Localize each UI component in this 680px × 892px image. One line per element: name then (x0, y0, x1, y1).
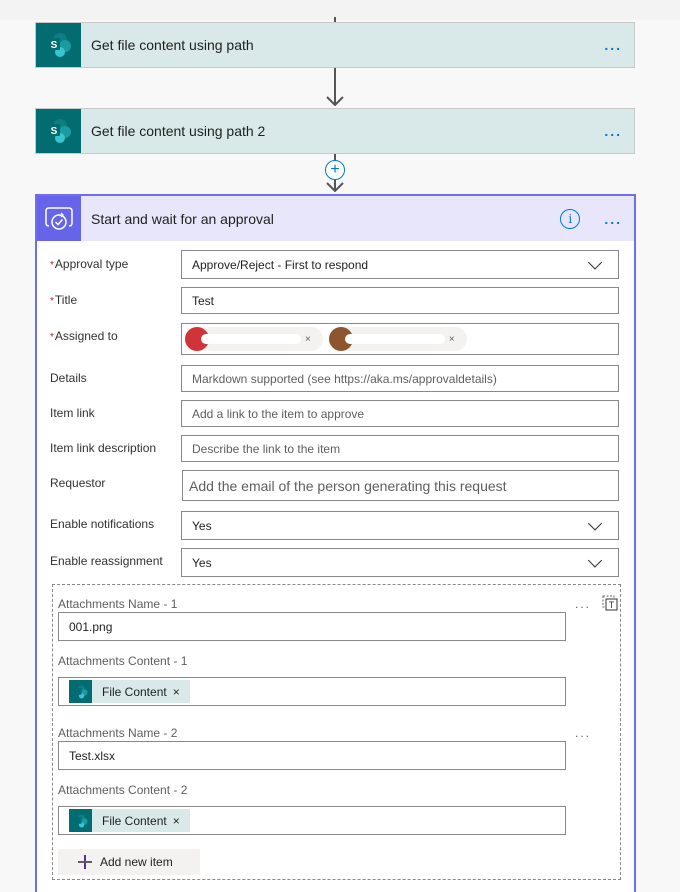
input-value: 001.png (69, 619, 113, 634)
chevron-down-icon (587, 254, 603, 270)
field-row-assigned-to: *Assigned to × × (37, 323, 634, 355)
sharepoint-icon: S (36, 109, 81, 153)
info-glyph: i (568, 211, 573, 226)
field-row-details: Details Markdown supported (see https://… (37, 364, 634, 392)
input-placeholder: Add the email of the person generating t… (189, 477, 507, 494)
step-title: Get file content using path (91, 37, 254, 53)
arrow-down-icon (326, 182, 344, 192)
more-options-button[interactable]: ... (604, 37, 622, 53)
attachment-content-label: Attachments Content - 1 (58, 654, 188, 668)
token-label: File Content (102, 813, 167, 828)
attachment-content-label: Attachments Content - 2 (58, 783, 188, 797)
sharepoint-icon (69, 680, 92, 703)
attachment-name-label: Attachments Name - 2 (58, 726, 178, 740)
chevron-down-icon (587, 552, 603, 568)
remove-assignee-icon[interactable]: × (305, 334, 311, 345)
add-new-item-button[interactable]: Add new item (58, 849, 200, 875)
field-label: Enable reassignment (50, 554, 163, 568)
field-row-title: *Title Test (37, 286, 634, 314)
enable-reassignment-dropdown[interactable]: Yes (181, 548, 619, 577)
info-icon[interactable]: i (560, 208, 581, 229)
required-marker: * (50, 296, 54, 307)
attachments-array: T Attachments Name - 1 ... 001.png Attac… (52, 584, 621, 880)
remove-assignee-icon[interactable]: × (449, 334, 455, 345)
step-card-get-file-content-1[interactable]: S Get file content using path ... (35, 22, 635, 68)
field-row-approval-type: *Approval type Approve/Reject - First to… (37, 249, 634, 279)
details-input[interactable]: Markdown supported (see https://aka.ms/a… (181, 365, 619, 392)
field-row-requestor: Requestor Add the email of the person ge… (37, 469, 634, 501)
title-input[interactable]: Test (181, 287, 619, 314)
plus-icon (78, 855, 92, 869)
field-label: *Title (50, 293, 77, 307)
field-label: Enable notifications (50, 517, 155, 531)
plus-icon: + (330, 161, 340, 178)
field-label: Details (50, 371, 87, 385)
insert-step-button[interactable]: + (325, 160, 345, 180)
field-row-item-link: Item link Add a link to the item to appr… (37, 399, 634, 427)
step-title: Get file content using path 2 (91, 123, 266, 139)
dynamic-content-token[interactable]: File Content × (69, 680, 190, 703)
token-label: File Content (102, 684, 167, 699)
chevron-down-icon (587, 515, 603, 531)
field-row-enable-reassignment: Enable reassignment Yes (37, 547, 634, 577)
requestor-input[interactable]: Add the email of the person generating t… (182, 470, 619, 501)
attachment-content-input[interactable]: File Content × (58, 677, 566, 706)
dropdown-value: Yes (192, 555, 212, 570)
field-label: Item link description (50, 441, 157, 455)
svg-text:T: T (609, 600, 615, 610)
input-value: Test.xlsx (69, 748, 116, 763)
required-marker: * (50, 332, 54, 343)
input-value: Test (192, 293, 215, 308)
remove-token-icon[interactable]: × (173, 685, 180, 699)
attachment-more-button[interactable]: ... (575, 597, 591, 611)
field-label: Requestor (50, 476, 106, 490)
assignee-chip[interactable]: × (185, 327, 323, 351)
arrow-down-icon (326, 96, 344, 106)
attachment-content-input[interactable]: File Content × (58, 806, 566, 835)
assigned-to-input[interactable]: × × (181, 323, 619, 355)
approval-header[interactable]: Start and wait for an approval i ... (37, 196, 634, 241)
sharepoint-icon: S (36, 23, 81, 67)
input-placeholder: Add a link to the item to approve (192, 406, 365, 421)
more-options-button[interactable]: ... (604, 211, 622, 227)
canvas-top-band (0, 0, 680, 20)
field-row-item-link-description: Item link description Describe the link … (37, 434, 634, 462)
enable-notifications-dropdown[interactable]: Yes (181, 511, 619, 540)
field-row-enable-notifications: Enable notifications Yes (37, 510, 634, 540)
dynamic-content-token[interactable]: File Content × (69, 809, 190, 832)
attachment-more-button[interactable]: ... (575, 726, 591, 740)
required-marker: * (50, 260, 54, 271)
approval-title: Start and wait for an approval (91, 210, 274, 227)
switch-to-text-mode-icon[interactable]: T (602, 595, 618, 611)
label-text: Title (54, 293, 78, 307)
svg-text:S: S (50, 126, 57, 137)
button-label: Add new item (100, 855, 173, 869)
field-label: *Approval type (50, 257, 128, 271)
field-label: Item link (50, 406, 95, 420)
step-card-get-file-content-2[interactable]: S Get file content using path 2 ... (35, 108, 635, 154)
input-placeholder: Describe the link to the item (192, 441, 341, 456)
remove-token-icon[interactable]: × (173, 814, 180, 828)
dropdown-value: Approve/Reject - First to respond (192, 257, 369, 272)
svg-text:S: S (50, 40, 57, 51)
more-options-button[interactable]: ... (604, 123, 622, 139)
item-link-description-input[interactable]: Describe the link to the item (181, 435, 619, 462)
label-text: Assigned to (54, 329, 118, 343)
redacted-name (344, 334, 445, 344)
input-placeholder: Markdown supported (see https://aka.ms/a… (192, 371, 497, 386)
dropdown-value: Yes (192, 518, 212, 533)
approval-icon (37, 196, 81, 241)
redacted-name (201, 334, 301, 344)
sharepoint-icon (69, 809, 92, 832)
assignee-chip[interactable]: × (328, 327, 467, 351)
item-link-input[interactable]: Add a link to the item to approve (181, 400, 619, 427)
attachment-name-label: Attachments Name - 1 (58, 597, 178, 611)
approval-type-dropdown[interactable]: Approve/Reject - First to respond (181, 250, 619, 279)
label-text: Approval type (54, 257, 129, 271)
approval-action-card: Start and wait for an approval i ... *Ap… (35, 194, 636, 892)
attachment-name-input[interactable]: Test.xlsx (58, 741, 566, 770)
attachment-name-input[interactable]: 001.png (58, 612, 566, 641)
field-label: *Assigned to (50, 329, 118, 343)
